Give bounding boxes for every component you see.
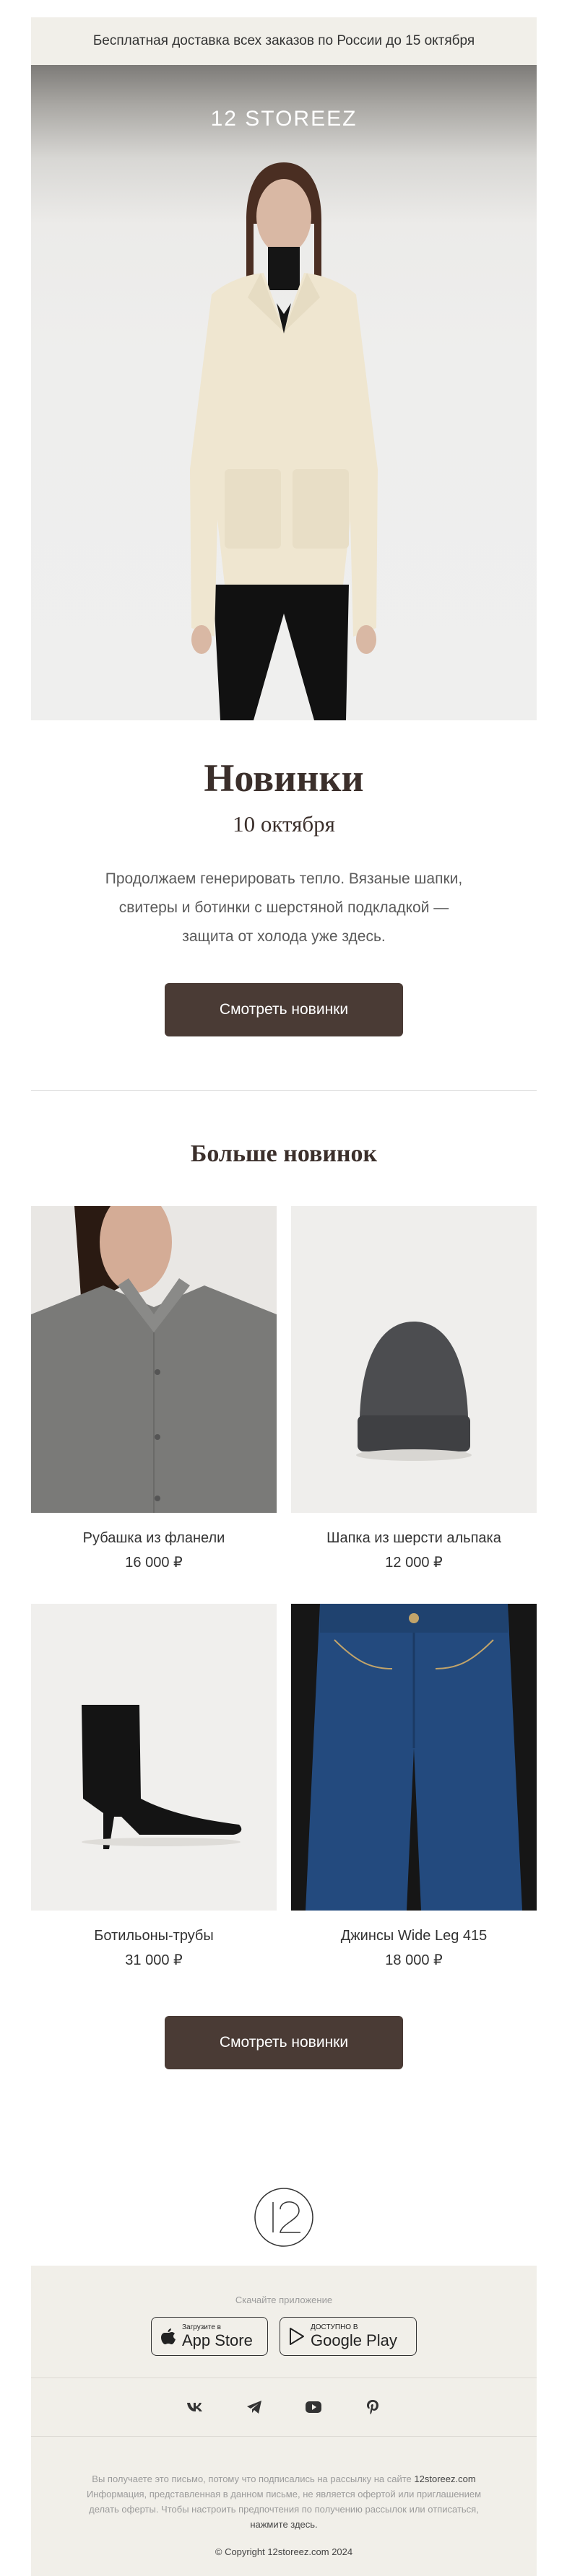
product-card[interactable]: Джинсы Wide Leg 415 18 000 ₽: [291, 1604, 537, 1970]
promo-banner: Бесплатная доставка всех заказов по Росс…: [31, 17, 537, 65]
product-name[interactable]: Рубашка из фланели: [31, 1529, 277, 1547]
app-store-label: App Store: [182, 2331, 253, 2349]
pinterest-icon[interactable]: [364, 2398, 381, 2416]
product-image-shirt[interactable]: [31, 1206, 277, 1513]
legal-text: Вы получаете это письмо, потому что подп…: [82, 2471, 486, 2532]
view-new-arrivals-button-bottom[interactable]: Смотреть новинки: [165, 2016, 403, 2069]
apple-icon: [161, 2328, 176, 2344]
site-link[interactable]: 12storeez.com: [414, 2474, 475, 2484]
product-image-boots[interactable]: [31, 1604, 277, 1911]
product-price: 16 000 ₽: [125, 1555, 183, 1571]
product-name[interactable]: Шапка из шерсти альпака: [291, 1529, 537, 1547]
product-price: 18 000 ₽: [385, 1952, 443, 1968]
product-name[interactable]: Ботильоны-трубы: [31, 1926, 277, 1945]
unsubscribe-link[interactable]: нажмите здесь.: [250, 2519, 317, 2530]
product-grid: Рубашка из фланели 16 000 ₽ Шапка из шер…: [31, 1206, 537, 1970]
google-play-icon: [290, 2328, 304, 2345]
app-store-button[interactable]: Загрузите в App Store: [151, 2317, 268, 2356]
telegram-icon[interactable]: [246, 2398, 263, 2416]
product-price: 12 000 ₽: [385, 1555, 443, 1571]
google-play-label: Google Play: [311, 2331, 397, 2349]
intro-text: Продолжаем генерировать тепло. Вязаные ш…: [105, 870, 463, 945]
product-card[interactable]: Рубашка из фланели 16 000 ₽: [31, 1206, 277, 1572]
footer-divider: [31, 2436, 537, 2437]
copyright: © Copyright 12storeez.com 2024: [215, 2546, 353, 2557]
legal-line-2: Информация, представленная в данном пись…: [86, 2489, 482, 2515]
google-play-button[interactable]: ДОСТУПНО В Google Play: [280, 2317, 417, 2356]
email-container: Бесплатная доставка всех заказов по Росс…: [31, 17, 537, 2576]
product-card[interactable]: Ботильоны-трубы 31 000 ₽: [31, 1604, 277, 1970]
vk-icon[interactable]: [186, 2398, 204, 2416]
hero-model-illustration: [190, 162, 378, 720]
product-image-hat[interactable]: [291, 1206, 537, 1513]
headline: Новинки: [204, 756, 364, 800]
app-badges: Загрузите в App Store ДОСТУПНО В Google …: [31, 2317, 537, 2356]
product-price: 31 000 ₽: [125, 1952, 183, 1968]
promo-text: Бесплатная доставка всех заказов по Росс…: [92, 33, 475, 48]
more-new-arrivals-title: Больше новинок: [190, 1140, 378, 1167]
social-links: [31, 2378, 537, 2436]
product-card[interactable]: Шапка из шерсти альпака 12 000 ₽: [291, 1206, 537, 1572]
product-name[interactable]: Джинсы Wide Leg 415: [291, 1926, 537, 1945]
view-new-arrivals-button[interactable]: Смотреть новинки: [165, 983, 403, 1036]
youtube-icon[interactable]: [305, 2398, 322, 2416]
brand-monogram-icon[interactable]: [251, 2185, 316, 2250]
brand-logo[interactable]: 12 STOREEZ: [31, 107, 537, 131]
product-image-jeans[interactable]: [291, 1604, 537, 1911]
section-divider: [31, 1090, 537, 1091]
release-date: 10 октября: [233, 811, 335, 837]
hero-image[interactable]: 12 STOREEZ: [31, 65, 537, 720]
apps-label: Скачайте приложение: [235, 2295, 333, 2305]
footer: Скачайте приложение Загрузите в App Stor…: [31, 2266, 537, 2576]
legal-line-1: Вы получаете это письмо, потому что подп…: [92, 2474, 412, 2484]
